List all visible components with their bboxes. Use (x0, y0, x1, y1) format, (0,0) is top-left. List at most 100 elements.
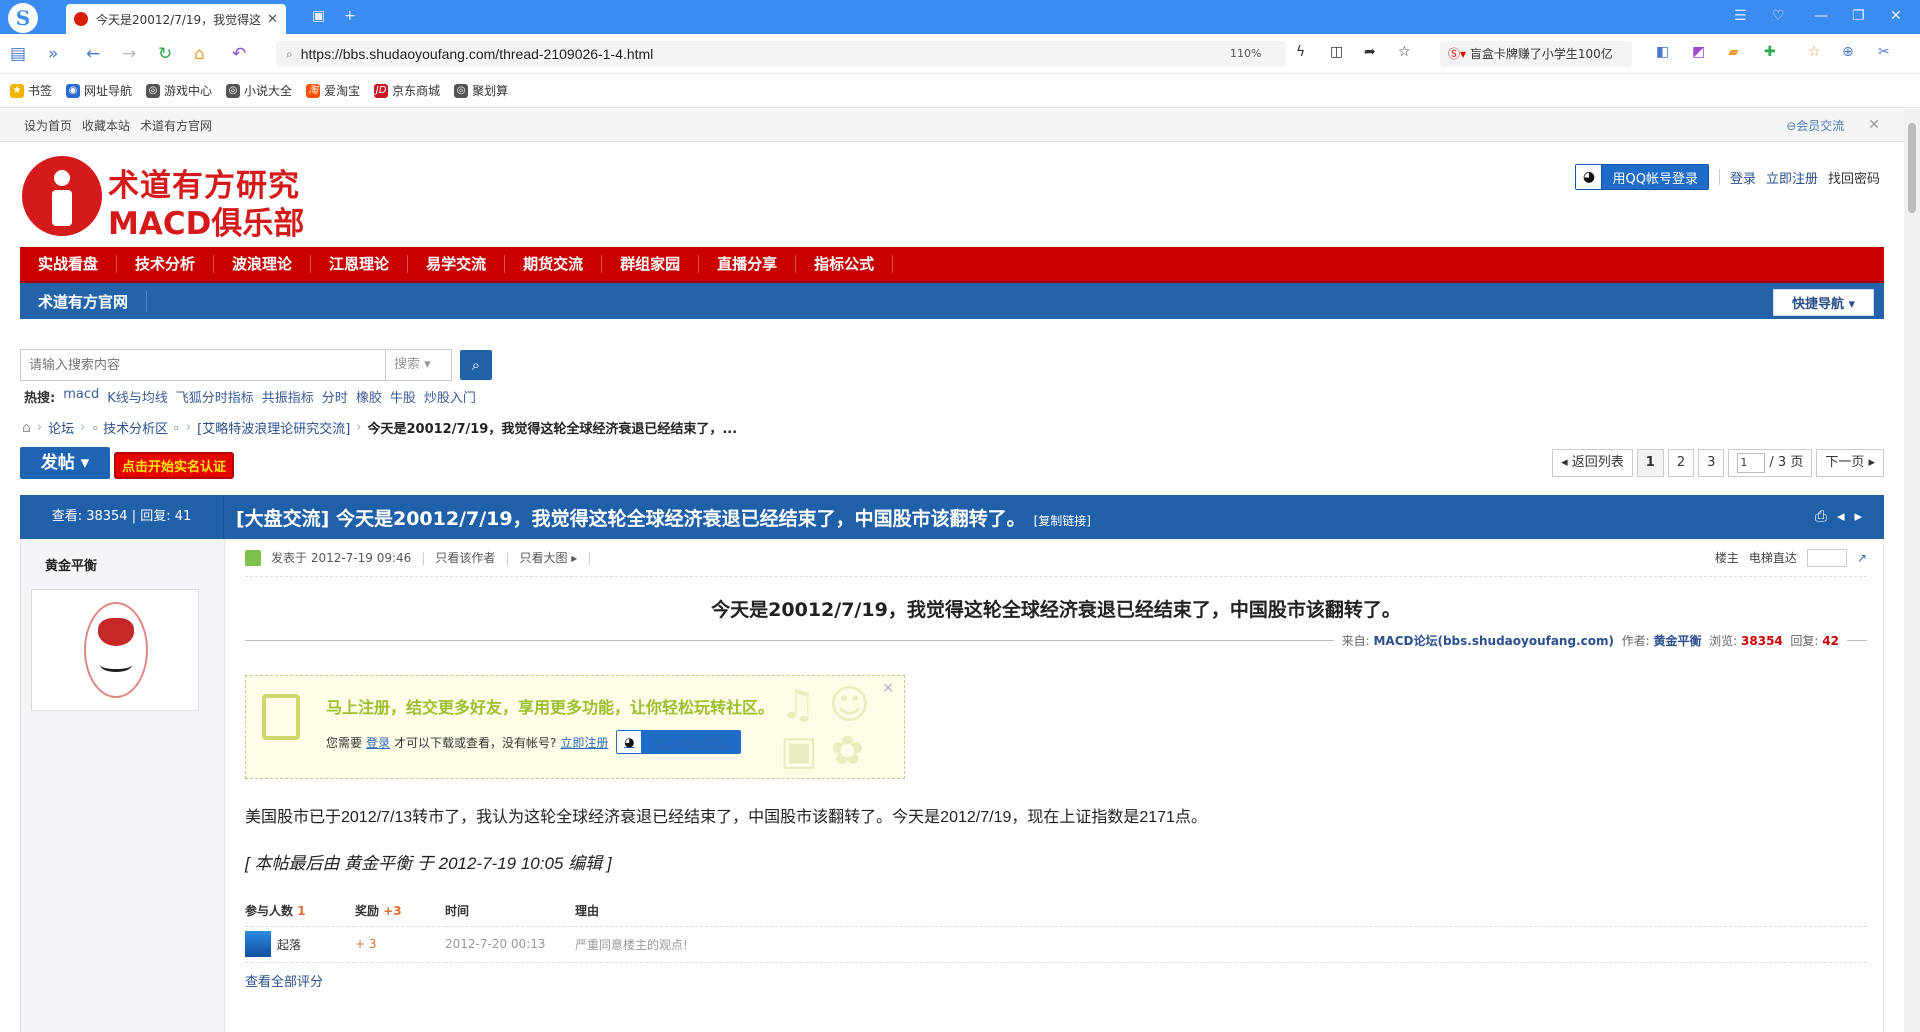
url-field[interactable]: ⌕ https://bbs.shudaoyoufang.com/thread-2… (276, 41, 1286, 67)
print-icon[interactable]: ⎙ (1815, 507, 1827, 525)
page-link[interactable]: 3 (1698, 449, 1725, 477)
site-logo[interactable]: 术道有方研究 MACD俱乐部 (22, 156, 322, 242)
folder-icon[interactable]: ▰ (1728, 44, 1739, 60)
page-jump-input[interactable]: 1 (1737, 452, 1766, 473)
source-link[interactable]: MACD论坛(bbs.shudaoyoufang.com) (1373, 632, 1614, 649)
page-link[interactable]: 1 (1636, 449, 1664, 477)
breadcrumb-item[interactable]: ◦ 技术分析区 ◦ (91, 418, 180, 437)
skin-icon[interactable]: ♡ (1772, 8, 1785, 24)
home-icon[interactable]: ⌂ (22, 420, 31, 436)
hot-search-link[interactable]: macd (63, 387, 99, 406)
member-exchange-link[interactable]: ⊖会员交流 (1786, 117, 1844, 134)
bookmark-item[interactable]: ◎ 聚划算 (454, 82, 508, 99)
bookmark-item[interactable]: 淘爱淘宝 (306, 82, 360, 99)
close-window-icon[interactable]: ✕ (1890, 8, 1902, 24)
extension-2-icon[interactable]: ◩ (1692, 44, 1705, 60)
verify-identity-button[interactable]: 点击开始实名认证 (114, 452, 235, 479)
search-button[interactable]: ⌕ (460, 350, 492, 380)
nav-item[interactable]: 技术分析 (117, 255, 215, 273)
rating-user[interactable]: 起落 (245, 931, 355, 957)
home-icon[interactable]: ⌂ (194, 44, 205, 64)
sub-nav-official[interactable]: 术道有方官网 (20, 290, 148, 312)
nav-item[interactable]: 江恩理论 (311, 255, 409, 273)
lightning-icon[interactable]: ϟ (1296, 44, 1305, 60)
go-icon[interactable]: ↗ (1857, 551, 1867, 565)
bookmark-item[interactable]: ◎ 游戏中心 (146, 82, 212, 99)
bookmark-item[interactable]: ◎ 小说大全 (226, 82, 292, 99)
browser-tab-active[interactable]: 今天是20012/7/19，我觉得这轮 ✕ (66, 4, 286, 34)
scrollbar-thumb[interactable] (1908, 123, 1916, 213)
register-link[interactable]: 立即注册 (1766, 168, 1818, 187)
favorite-star-icon[interactable]: ☆ (1398, 44, 1411, 60)
reader-icon[interactable]: ◫ (1330, 44, 1343, 60)
hot-search-link[interactable]: 橡胶 (356, 387, 382, 406)
sidebar-toggle-icon[interactable]: ▤ (10, 44, 26, 64)
recover-password-link[interactable]: 找回密码 (1828, 168, 1880, 187)
back-icon[interactable]: ← (86, 44, 100, 64)
bookmark-item[interactable]: ★ 书签 (10, 82, 52, 99)
hot-search-link[interactable]: 分时 (322, 387, 348, 406)
login-link[interactable]: 登录 (1730, 168, 1756, 187)
maximize-icon[interactable]: ❐ (1852, 8, 1865, 24)
new-post-button[interactable]: 发帖 ▾ (20, 447, 110, 479)
browser-search-box[interactable]: Ⓢ▾ 盲盒卡牌赚了小学生100亿 (1440, 41, 1632, 67)
nav-item[interactable]: 实战看盘 (20, 255, 118, 273)
undo-icon[interactable]: ↶ (232, 44, 246, 64)
reload-icon[interactable]: ↻ (158, 44, 172, 64)
qq-login-button[interactable]: ◕ 用QQ帐号登录 (616, 730, 742, 754)
bookmark-item[interactable]: ◉ 网址导航 (66, 82, 132, 99)
nav-item[interactable]: 群组家园 (602, 255, 700, 273)
double-chevron-icon[interactable]: » (48, 44, 58, 64)
next-page-button[interactable]: 下一页 ▸ (1816, 449, 1884, 477)
forward-icon[interactable]: → (122, 44, 136, 64)
bookmark-item[interactable]: JD 京东商城 (374, 82, 440, 99)
tools-icon[interactable]: ✂ (1878, 44, 1890, 60)
hot-search-link[interactable]: 炒股入门 (424, 387, 476, 406)
search-type-select[interactable]: 搜索 ▾ (386, 349, 452, 381)
page-link[interactable]: 2 (1667, 449, 1695, 477)
zoom-level[interactable]: 110% (1230, 47, 1261, 60)
view-all-ratings-link[interactable]: 查看全部评分 (245, 971, 1867, 990)
hot-search-link[interactable]: 共振指标 (262, 387, 314, 406)
register-link[interactable]: 立即注册 (560, 734, 608, 751)
close-tab-icon[interactable]: ✕ (267, 12, 278, 27)
bookmark-site-link[interactable]: 收藏本站 (82, 117, 130, 134)
close-icon[interactable]: × (882, 680, 894, 696)
breadcrumb-item[interactable]: [艾略特波浪理论研究交流] (197, 418, 350, 437)
star-icon[interactable]: ☆ (1808, 44, 1821, 60)
hot-search-link[interactable]: 飞狐分时指标 (176, 387, 254, 406)
search-input[interactable] (20, 349, 386, 381)
nav-item[interactable]: 易学交流 (408, 255, 506, 273)
download-icon[interactable]: ⊕ (1842, 44, 1854, 60)
browser-logo-icon[interactable]: S (8, 3, 38, 33)
new-tab-icon[interactable]: + (344, 8, 356, 24)
tab-list-icon[interactable]: ▣ (312, 8, 325, 24)
nav-item[interactable]: 指标公式 (796, 255, 894, 273)
author-name[interactable]: 黄金平衡 (45, 555, 224, 574)
puzzle-icon[interactable]: ✚ (1764, 44, 1776, 60)
only-big-image-link[interactable]: 只看大图 ▸ (519, 549, 577, 566)
minimize-icon[interactable]: — (1814, 8, 1828, 24)
qq-login-button[interactable]: ◕ 用QQ帐号登录 (1575, 164, 1709, 190)
next-thread-icon[interactable]: ▸ (1854, 507, 1862, 525)
collapse-icon[interactable]: ✕ (1868, 117, 1880, 133)
quick-nav-button[interactable]: 快捷导航 ▾ (1772, 289, 1874, 316)
page-scrollbar[interactable] (1904, 109, 1920, 1032)
extension-1-icon[interactable]: ◧ (1656, 44, 1669, 60)
nav-item[interactable]: 直播分享 (699, 255, 797, 273)
hot-search-link[interactable]: 牛股 (390, 387, 416, 406)
login-link[interactable]: 登录 (366, 734, 390, 751)
share-icon[interactable]: ➦ (1364, 44, 1376, 60)
nav-item[interactable]: 期货交流 (505, 255, 603, 273)
set-homepage-link[interactable]: 设为首页 (24, 117, 72, 134)
official-site-link[interactable]: 术道有方官网 (140, 117, 212, 134)
back-to-list-button[interactable]: ◂ 返回列表 (1552, 449, 1633, 477)
floor-jump-input[interactable] (1806, 548, 1847, 567)
hot-search-link[interactable]: K线与均线 (107, 387, 168, 406)
menu-icon[interactable]: ☰ (1734, 8, 1747, 24)
prev-thread-icon[interactable]: ◂ (1837, 507, 1845, 525)
breadcrumb-item[interactable]: 论坛 (48, 418, 74, 437)
nav-item[interactable]: 波浪理论 (214, 255, 312, 273)
only-author-link[interactable]: 只看该作者 (435, 549, 495, 566)
avatar[interactable] (31, 589, 199, 711)
